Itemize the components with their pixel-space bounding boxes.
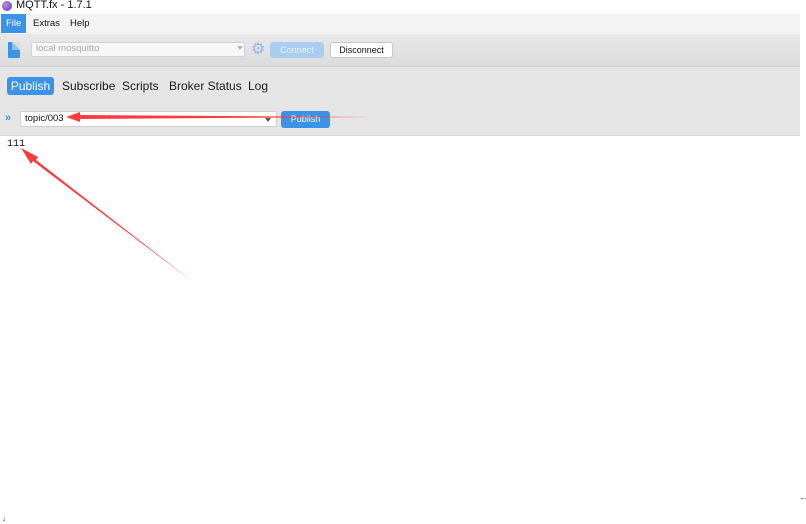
annotation-arrows — [21, 112, 372, 282]
annotation-arrow-topic — [66, 112, 372, 122]
annotation-arrow-payload — [21, 148, 193, 282]
